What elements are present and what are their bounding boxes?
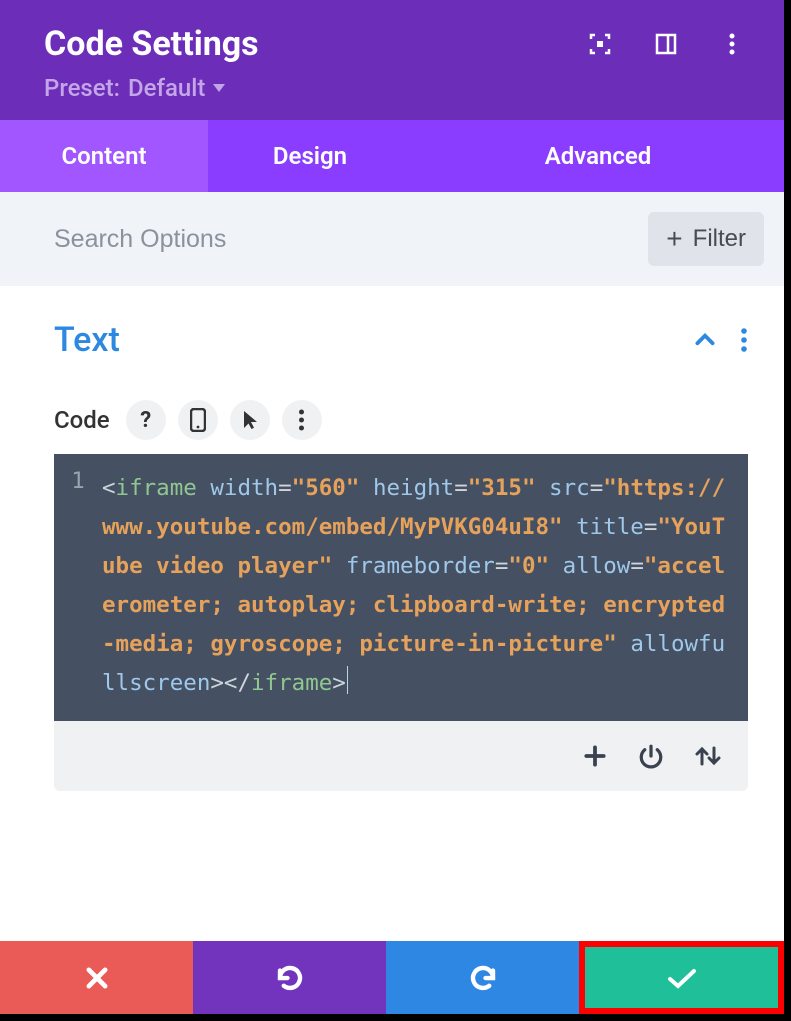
tab-design[interactable]: Design — [208, 120, 412, 192]
search-input[interactable] — [54, 225, 648, 254]
help-icon[interactable]: ? — [126, 400, 166, 440]
code-editor-wrap: 1 <iframe width="560" height="315" src="… — [54, 454, 748, 791]
sort-icon[interactable] — [694, 743, 722, 769]
section-more-icon[interactable] — [740, 327, 748, 353]
redo-button[interactable] — [386, 941, 579, 1014]
settings-header: Code Settings Preset: Default — [0, 0, 784, 120]
search-bar: + Filter — [0, 192, 784, 286]
code-content[interactable]: <iframe width="560" height="315" src="ht… — [102, 454, 748, 721]
caret-down-icon — [213, 84, 225, 92]
cancel-button[interactable] — [0, 941, 193, 1014]
action-bar — [0, 941, 784, 1021]
more-vertical-icon[interactable] — [720, 32, 744, 56]
undo-button[interactable] — [193, 941, 386, 1014]
save-button[interactable] — [579, 941, 784, 1014]
tab-content[interactable]: Content — [0, 120, 208, 192]
field-more-icon[interactable] — [282, 400, 322, 440]
preset-prefix: Preset: — [44, 74, 120, 102]
collapse-chevron-icon[interactable] — [692, 327, 718, 353]
line-gutter: 1 — [54, 454, 102, 721]
code-editor[interactable]: 1 <iframe width="560" height="315" src="… — [54, 454, 748, 721]
tab-advanced[interactable]: Advanced — [412, 120, 784, 192]
preset-selector[interactable]: Preset: Default — [44, 74, 225, 102]
power-icon[interactable] — [638, 743, 664, 769]
cursor-icon[interactable] — [230, 400, 270, 440]
tab-bar: Content Design Advanced — [0, 120, 784, 192]
add-icon[interactable] — [582, 743, 608, 769]
filter-button[interactable]: + Filter — [648, 212, 764, 266]
mobile-icon[interactable] — [178, 400, 218, 440]
section-title[interactable]: Text — [54, 320, 120, 360]
page-title: Code Settings — [44, 24, 259, 64]
filter-label: Filter — [693, 225, 746, 253]
plus-icon: + — [666, 223, 682, 255]
text-section: Text Code ? — [0, 286, 784, 791]
layout-icon[interactable] — [654, 32, 678, 56]
preset-value: Default — [128, 74, 205, 102]
field-label-code: Code — [54, 406, 110, 434]
text-cursor — [347, 666, 348, 694]
code-footer — [54, 721, 748, 791]
expand-icon[interactable] — [588, 32, 612, 56]
